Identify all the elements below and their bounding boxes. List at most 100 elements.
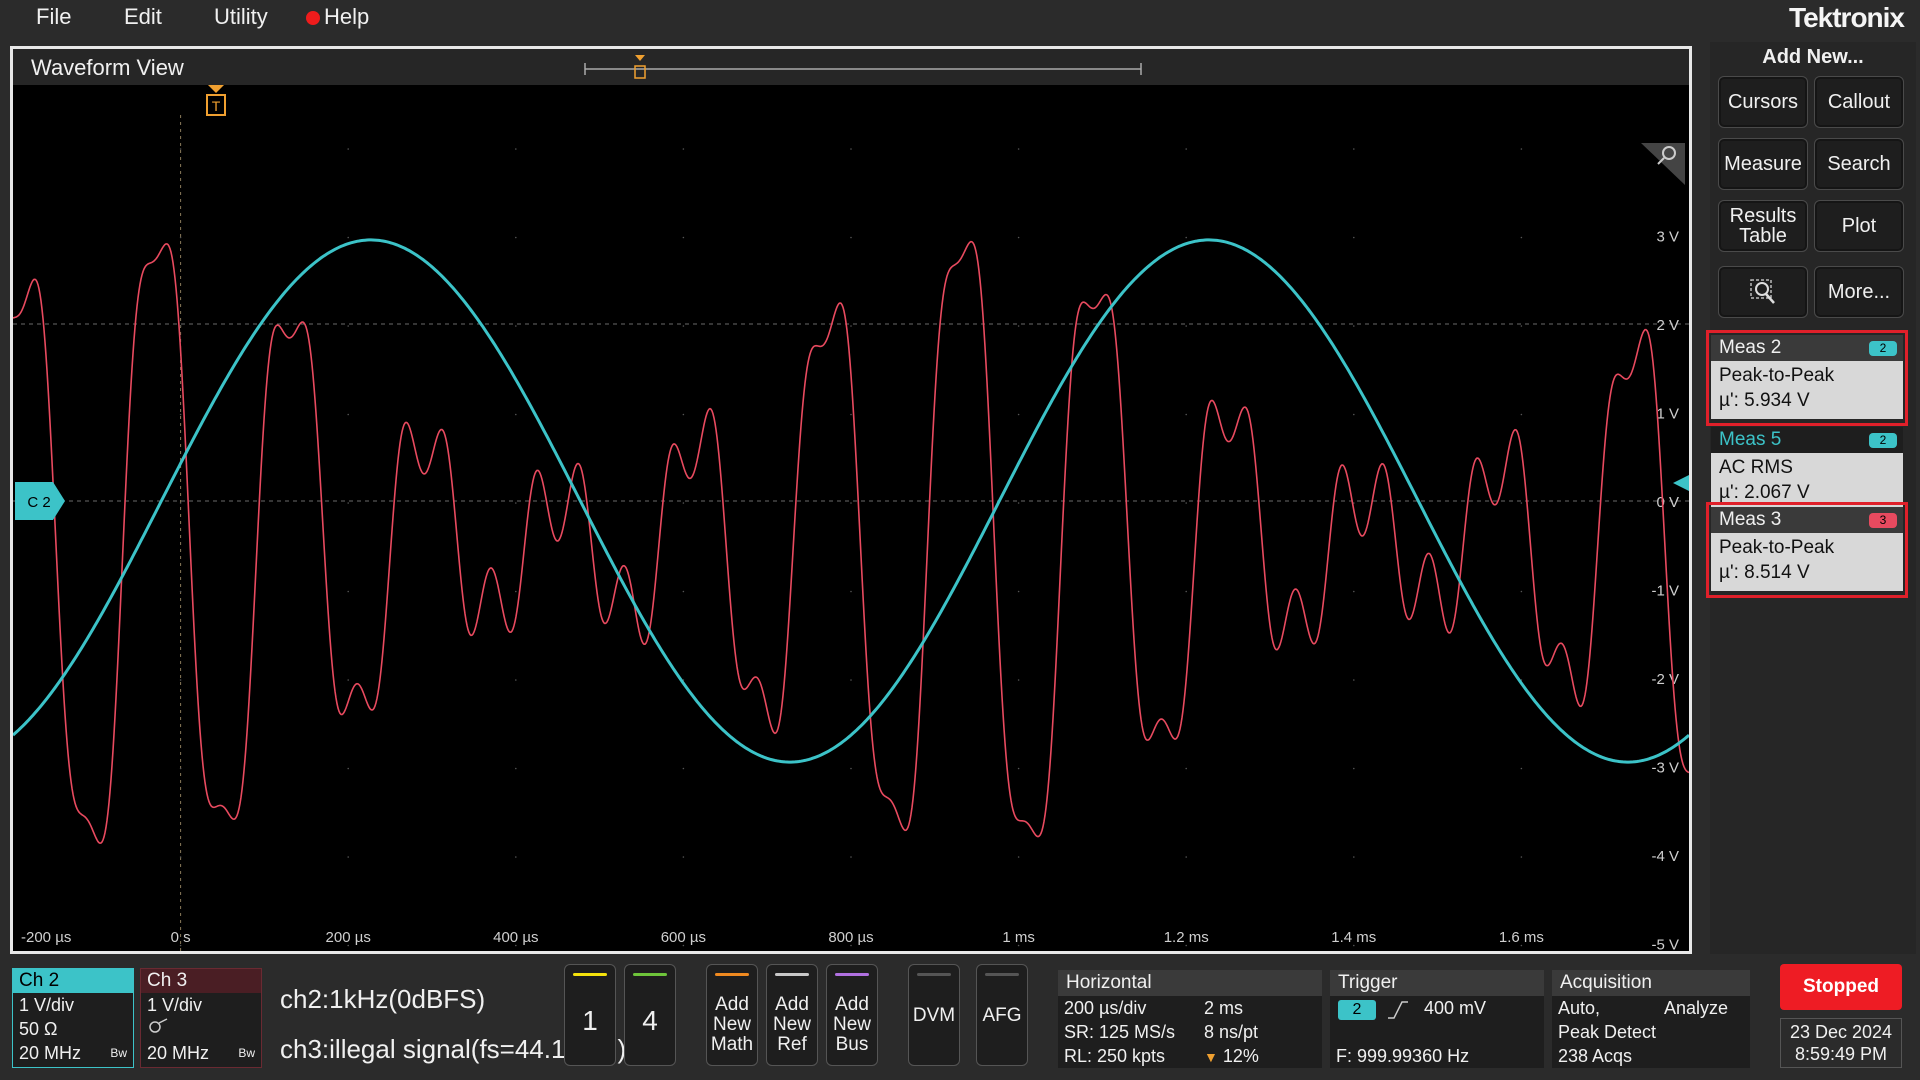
channel-4-label: 4 <box>642 1005 658 1036</box>
grid-dot <box>179 325 182 327</box>
channel-4-button[interactable]: 4 <box>624 964 676 1066</box>
grid-dot <box>682 236 685 239</box>
results-table-button[interactable]: Results Table <box>1718 200 1808 252</box>
x-axis-label: 1.6 ms <box>1499 929 1544 946</box>
afg-button[interactable]: AFG <box>976 964 1028 1066</box>
meas-3-value: µ': 8.514 V <box>1719 562 1810 583</box>
grid-dot <box>1185 502 1187 504</box>
run-stop-status-button[interactable]: Stopped <box>1780 964 1902 1010</box>
meas-5-type: AC RMS <box>1719 457 1793 478</box>
menu-edit[interactable]: Edit <box>124 4 162 30</box>
meas-3-title: Meas 3 <box>1719 509 1782 530</box>
add-new-label: Add New... <box>1762 46 1864 68</box>
dvm-stripe <box>917 973 951 976</box>
zoom-box-button[interactable] <box>1718 266 1808 318</box>
menu-help[interactable]: Help <box>306 4 369 30</box>
meas-2-title: Meas 2 <box>1719 337 1782 358</box>
grid-dot <box>1520 502 1523 504</box>
trigger-level: 400 mV <box>1424 998 1487 1018</box>
waveform-plot[interactable]: 43 V2 V1 V0 V-1 V-2 V-3 V-4 V-5 V -200 µ… <box>13 85 1689 951</box>
waveform-view-titlebar: Waveform View <box>13 49 1689 85</box>
plot-button[interactable]: Plot <box>1814 200 1904 252</box>
meas-2-badge[interactable]: Meas 2 2 Peak-to-Peak µ': 5.934 V <box>1711 335 1903 421</box>
x-axis-label: 1 ms <box>1002 929 1035 946</box>
grid-dot <box>515 413 517 416</box>
x-axis-label: 200 µs <box>326 929 371 946</box>
grid-dot <box>515 148 517 150</box>
add-new-ref-button[interactable]: Add New Ref <box>766 964 818 1066</box>
menu-utility[interactable]: Utility <box>214 4 268 30</box>
date-time-display[interactable]: 23 Dec 2024 8:59:49 PM <box>1780 1018 1902 1068</box>
add-bus-line2: New <box>832 1014 871 1035</box>
grid-dot <box>179 236 182 239</box>
grid-dot <box>347 325 350 327</box>
acquisition-title: Acquisition <box>1552 970 1750 996</box>
grid-dot <box>850 590 852 593</box>
meas-3-badge[interactable]: Meas 3 3 Peak-to-Peak µ': 8.514 V <box>1711 507 1903 593</box>
meas-5-badge[interactable]: Meas 5 2 AC RMS µ': 2.067 V <box>1711 427 1903 513</box>
meas-2-type: Peak-to-Peak <box>1719 365 1835 386</box>
grid-dot <box>1353 856 1355 858</box>
grid-dot <box>1520 325 1523 327</box>
y-axis-label: 2 V <box>1656 317 1679 334</box>
ch2-offset-marker[interactable]: C 2 <box>15 482 65 520</box>
grid-dot <box>1017 502 1020 504</box>
ch2-impedance: 50 Ω <box>19 1019 58 1039</box>
add-new-math-button[interactable]: Add New Math <box>706 964 758 1066</box>
record-overview-bar[interactable] <box>573 53 1153 83</box>
y-axis-label: -2 V <box>1651 671 1679 688</box>
callout-button[interactable]: Callout <box>1814 76 1904 128</box>
bottom-settings-bar: Ch 2 1 V/div 50 Ω 20 MHz Bw Ch 3 1 V/div … <box>0 958 1920 1080</box>
grid-dot <box>850 148 852 150</box>
cursors-button[interactable]: Cursors <box>1718 76 1808 128</box>
ch3-badge[interactable]: Ch 3 1 V/div 20 MHz Bw <box>140 968 262 1068</box>
grid-dot <box>179 679 182 681</box>
acquisition-analyze: Analyze <box>1664 998 1729 1018</box>
grid-dot <box>1017 148 1020 150</box>
grid-dot <box>515 590 517 593</box>
grid-dot <box>347 679 350 681</box>
y-axis-label: 0 V <box>1656 494 1679 511</box>
tektronix-logo: Tektronix <box>1789 2 1905 33</box>
acquisition-panel[interactable]: Acquisition Auto, Analyze Peak Detect 23… <box>1552 970 1750 1068</box>
trigger-level-arrow[interactable] <box>1673 475 1689 491</box>
search-button[interactable]: Search <box>1814 138 1904 190</box>
meas-5-source-badge: 2 <box>1869 433 1897 448</box>
grid-dot <box>1353 325 1355 327</box>
grid-dot <box>515 856 517 858</box>
grid-dot <box>515 325 517 327</box>
grid-dot <box>682 413 685 416</box>
grid-dot <box>850 325 852 327</box>
y-axis-label: -3 V <box>1651 760 1679 777</box>
more-button[interactable]: More... <box>1814 266 1904 318</box>
grid-dot <box>682 856 685 858</box>
menu-file[interactable]: File <box>36 4 71 30</box>
acquisition-mode: Auto, <box>1558 998 1601 1018</box>
grid-dot <box>347 502 350 504</box>
horizontal-panel[interactable]: Horizontal 200 µs/div 2 ms SR: 125 MS/s … <box>1058 970 1322 1068</box>
record-length: RL: 250 kpts <box>1064 1046 1166 1066</box>
grid-dot <box>1520 236 1523 239</box>
add-bus-line1: Add <box>835 994 869 1015</box>
x-axis-label: -200 µs <box>21 929 71 946</box>
dvm-button[interactable]: DVM <box>908 964 960 1066</box>
grid-dot <box>1353 590 1355 593</box>
grid-dot <box>347 236 350 239</box>
menu-help-label: Help <box>324 4 370 29</box>
horizontal-scale: 200 µs/div <box>1064 998 1147 1018</box>
ch2-bandwidth: 20 MHz <box>19 1043 82 1063</box>
waveform-view[interactable]: Waveform View 43 V2 V1 V0 V-1 V-2 V-3 V-… <box>10 46 1692 954</box>
grid-dot <box>1520 767 1523 770</box>
grid-dot <box>1185 325 1187 327</box>
trigger-panel[interactable]: Trigger 2 400 mV F: 999.99360 Hz <box>1330 970 1544 1068</box>
grid-dot <box>850 767 852 770</box>
time-per-point: 8 ns/pt <box>1204 1022 1259 1042</box>
grid-dot <box>179 148 182 150</box>
add-new-bus-button[interactable]: Add New Bus <box>826 964 878 1066</box>
ch2-badge[interactable]: Ch 2 1 V/div 50 Ω 20 MHz Bw <box>12 968 134 1068</box>
channel-1-button[interactable]: 1 <box>564 964 616 1066</box>
zoom-corner-icon[interactable] <box>1641 143 1685 185</box>
ch3-waveform <box>13 240 1689 845</box>
trigger-position-marker[interactable]: T <box>206 85 226 116</box>
measure-button[interactable]: Measure <box>1718 138 1808 190</box>
